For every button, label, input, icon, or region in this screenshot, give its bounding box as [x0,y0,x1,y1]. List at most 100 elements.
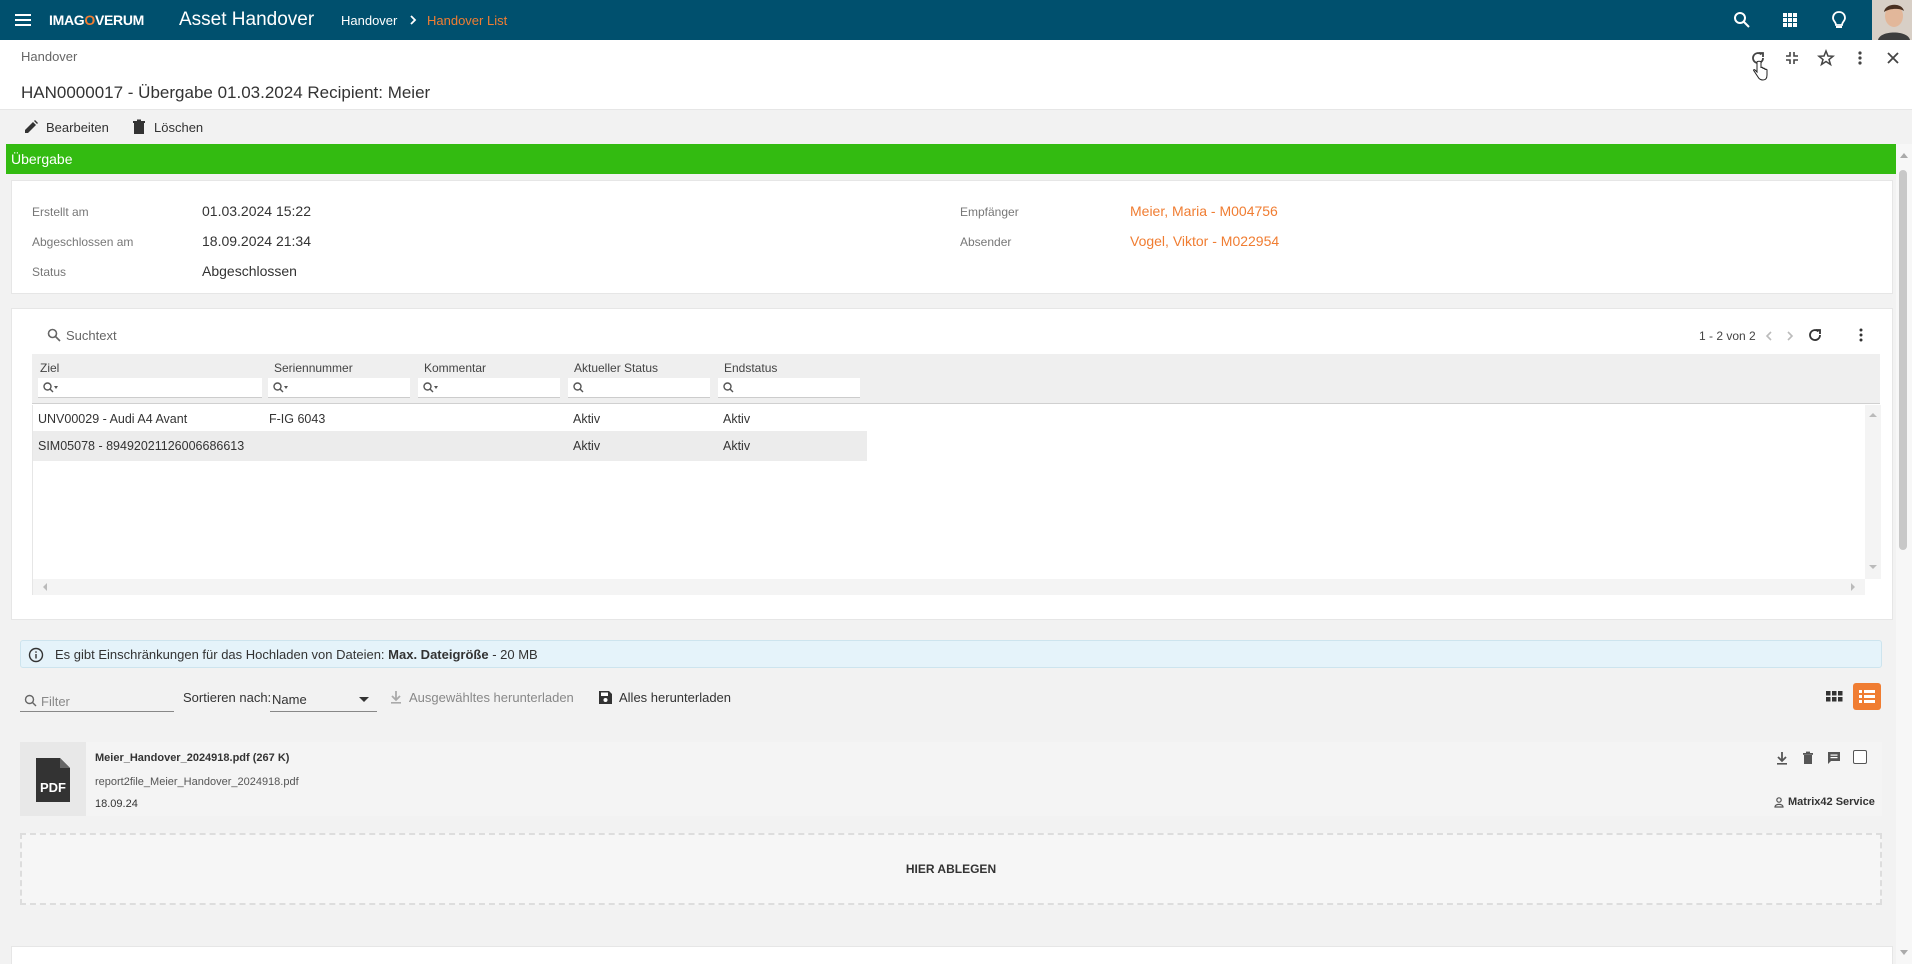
filter-seriennummer[interactable] [268,378,410,398]
list-view-icon[interactable] [1853,683,1881,710]
pdf-file-icon: PDF [20,742,86,816]
grid-search-input[interactable]: Suchtext [66,328,366,343]
panel-subtitle: Handover [21,49,78,64]
cell-endstatus: Aktiv [723,412,751,426]
dropdown-arrow-icon [359,697,369,702]
filter-placeholder: Filter [41,694,70,709]
filter-endstatus[interactable] [718,378,860,398]
column-header-endstatus[interactable]: Endstatus [724,361,777,375]
grid-horizontal-scrollbar[interactable] [33,579,1865,595]
cell-aktueller-status: Aktiv [573,412,601,426]
filter-kommentar[interactable] [418,378,560,398]
more-vert-icon[interactable] [1850,48,1870,68]
collapse-icon[interactable] [1782,48,1802,68]
imagoverum-logo[interactable]: IMAGOVERUM [49,12,144,28]
file-delete-icon[interactable] [1800,750,1816,766]
column-header-seriennummer[interactable]: Seriennummer [274,361,353,375]
upload-info-suffix: - 20 MB [488,647,538,662]
recipient-label: Empfänger [960,205,1019,219]
sort-label: Sortieren nach: [183,690,272,705]
grid-body: UNV00029 - Audi A4 Avant F-IG 6043 Aktiv… [32,405,1881,595]
targets-grid-card: Suchtext 1 - 2 von 2 Ziel Seriennummer K… [11,308,1893,620]
hamburger-menu-icon[interactable] [12,9,36,31]
file-owner-name: Matrix42 Service [1788,796,1875,808]
mouse-cursor-icon [1752,60,1768,82]
breadcrumb-handover[interactable]: Handover [341,13,397,28]
status-label: Status [32,265,67,279]
table-row[interactable]: SIM05078 - 89492021126006686613 Aktiv Ak… [33,431,867,461]
file-date: 18.09.24 [95,798,138,810]
cell-ziel: UNV00029 - Audi A4 Avant [38,412,188,426]
download-all-label: Alles herunterladen [619,690,732,705]
breadcrumb-handover-list[interactable]: Handover List [427,13,507,28]
closed-label: Abgeschlossen am [32,235,134,249]
upload-info-text: Es gibt Einschränkungen für das Hochlade… [55,647,385,662]
app-title: Asset Handover [179,9,315,30]
table-row[interactable]: UNV00029 - Audi A4 Avant F-IG 6043 Aktiv… [33,405,867,431]
delete-button-label: Löschen [154,120,204,135]
column-header-kommentar[interactable]: Kommentar [424,361,486,375]
grid-vertical-scrollbar[interactable] [1865,405,1881,579]
file-drop-zone[interactable]: HIER ABLEGEN [20,833,1882,905]
cell-aktueller-status: Aktiv [573,439,601,453]
apps-grid-icon[interactable] [1779,9,1801,31]
download-all-button[interactable]: Alles herunterladen [598,688,748,708]
search-icon [46,327,62,343]
pager-prev-icon[interactable] [1762,329,1776,343]
lightbulb-icon[interactable] [1828,9,1850,31]
save-icon [599,691,612,704]
download-icon [391,691,401,704]
top-app-bar: IMAGOVERUM Asset Handover Handover Hando… [0,0,1912,40]
avatar[interactable] [1872,0,1912,40]
file-select-checkbox[interactable] [1853,750,1867,764]
file-download-icon[interactable] [1774,750,1790,766]
search-icon[interactable] [1731,9,1753,31]
filter-search-icon [24,694,37,707]
action-toolbar: Bearbeiten Löschen [0,110,1912,144]
download-selected-button[interactable]: Ausgewähltes herunterladen [389,688,579,708]
info-icon [28,647,44,663]
close-icon[interactable] [1883,48,1903,68]
sort-select-value: Name [272,692,307,707]
recipient-link[interactable]: Meier, Maria - M004756 [1130,203,1278,219]
pdf-type-label: PDF [40,780,66,795]
cell-endstatus: Aktiv [723,439,751,453]
pager-next-icon[interactable] [1783,329,1797,343]
grid-refresh-icon[interactable] [1806,326,1824,344]
filter-aktueller-status[interactable] [568,378,710,398]
file-list-item[interactable]: PDF Meier_Handover_2024918.pdf (267 K) r… [20,742,1882,816]
column-header-aktueller-status[interactable]: Aktueller Status [574,361,658,375]
sort-select[interactable]: Name [270,688,377,712]
created-label: Erstellt am [32,205,89,219]
details-card: Erstellt am 01.03.2024 15:22 Abgeschloss… [11,180,1893,294]
record-title: HAN0000017 - Übergabe 01.03.2024 Recipie… [21,83,431,102]
page-scrollbar-thumb[interactable] [1899,170,1907,550]
grid-pager-text: 1 - 2 von 2 [1699,329,1756,343]
chevron-right-icon [406,13,420,27]
edit-button[interactable]: Bearbeiten [22,118,117,138]
download-selected-label: Ausgewähltes herunterladen [409,690,574,705]
sender-link[interactable]: Vogel, Viktor - M022954 [1130,233,1279,249]
cell-seriennummer: F-IG 6043 [269,412,326,426]
file-name[interactable]: Meier_Handover_2024918.pdf (267 K) [95,752,289,764]
file-comment-icon[interactable] [1826,750,1842,766]
record-header: Handover HAN0000017 - Übergabe 01.03.202… [0,40,1912,110]
file-owner: Matrix42 Service [1774,796,1875,810]
upload-info-banner: Es gibt Einschränkungen für das Hochlade… [20,640,1882,668]
person-icon [1774,797,1784,808]
status-value: Abgeschlossen [202,263,297,279]
star-icon[interactable] [1816,48,1836,68]
grid-header-row: Ziel Seriennummer Kommentar Aktueller St… [32,354,1880,404]
filter-ziel[interactable] [38,378,262,398]
grid-more-icon[interactable] [1852,326,1870,344]
grid-view-icon[interactable] [1822,685,1846,709]
section-header: Übergabe [6,144,1896,174]
column-header-ziel[interactable]: Ziel [40,361,59,375]
file-source-name: report2file_Meier_Handover_2024918.pdf [95,776,299,788]
trash-icon [133,119,145,134]
cell-ziel: SIM05078 - 89492021126006686613 [38,439,245,453]
delete-button[interactable]: Löschen [130,118,210,138]
file-filter-input[interactable]: Filter [20,688,174,712]
pencil-icon [25,120,38,133]
upload-info-bold: Max. Dateigröße [388,647,489,662]
